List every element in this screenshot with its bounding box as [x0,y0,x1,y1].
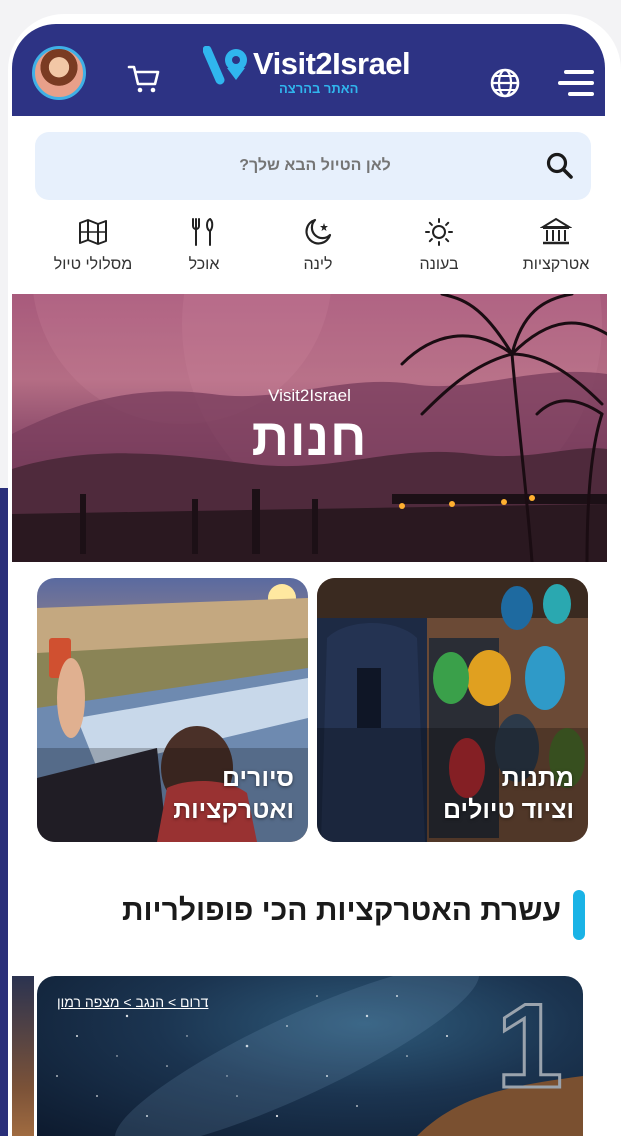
section-heading: עשרת האטרקציות הכי פופולריות [35,888,591,940]
attraction-card[interactable]: דרום > הנגב > מצפה רמון 1 [37,976,583,1136]
logo-mark-icon [203,46,247,85]
section-title: עשרת האטרקציות הכי פופולריות [121,894,561,927]
hero-banner: Visit2Israel חנות [12,294,607,562]
category-trails[interactable]: מסלולי טיול [38,216,148,280]
map-icon [79,219,107,245]
category-label: בעונה [419,256,459,273]
tile-tours-attractions[interactable]: סיורים ואטרקציות [37,578,308,842]
search-icon[interactable] [546,152,574,180]
category-label: לינה [303,256,333,273]
hero-brand-text: Visit2Israel [268,386,351,405]
tile-label: מתנות וציוד טיולים [443,762,574,826]
logo-text: Visit2Israel [253,46,411,81]
tile-label-line: מתנות [501,764,574,792]
tile-label-line: וציוד טיולים [443,796,574,824]
utensils-icon [192,218,214,246]
category-attractions[interactable]: אטרקציות [506,216,606,280]
museum-icon [540,217,572,245]
category-food[interactable]: אוכל [166,216,242,280]
section-accent-bar [573,890,585,940]
sun-icon [425,218,453,246]
search-bar[interactable] [35,132,591,200]
tile-label: סיורים ואטרקציות [173,762,294,826]
hero-title: חנות [251,409,368,467]
category-label: מסלולי טיול [53,256,133,273]
avatar[interactable] [32,46,86,100]
site-logo[interactable]: Visit2Israel האתר בהרצה [203,44,423,100]
category-label: אטרקציות [522,256,590,273]
category-lodging[interactable]: לינה [280,216,356,280]
tile-label-line: ואטרקציות [173,796,294,824]
card-rank-number: 1 [495,979,565,1113]
category-season[interactable]: בעונה [396,216,482,280]
tile-gifts-gear[interactable]: מתנות וציוד טיולים [317,578,588,842]
moon-star-icon [305,218,332,245]
tile-label-line: סיורים [222,764,294,792]
background-strip [0,488,8,1136]
globe-icon[interactable] [488,66,522,100]
menu-icon[interactable] [556,68,596,98]
card-breadcrumb[interactable]: דרום > הנגב > מצפה רמון [57,994,208,1010]
previous-card-peek[interactable] [12,976,34,1136]
category-label: אוכל [188,256,220,273]
search-input[interactable] [135,132,495,200]
logo-subtitle: האתר בהרצה [279,81,359,96]
cart-icon[interactable] [127,64,163,94]
